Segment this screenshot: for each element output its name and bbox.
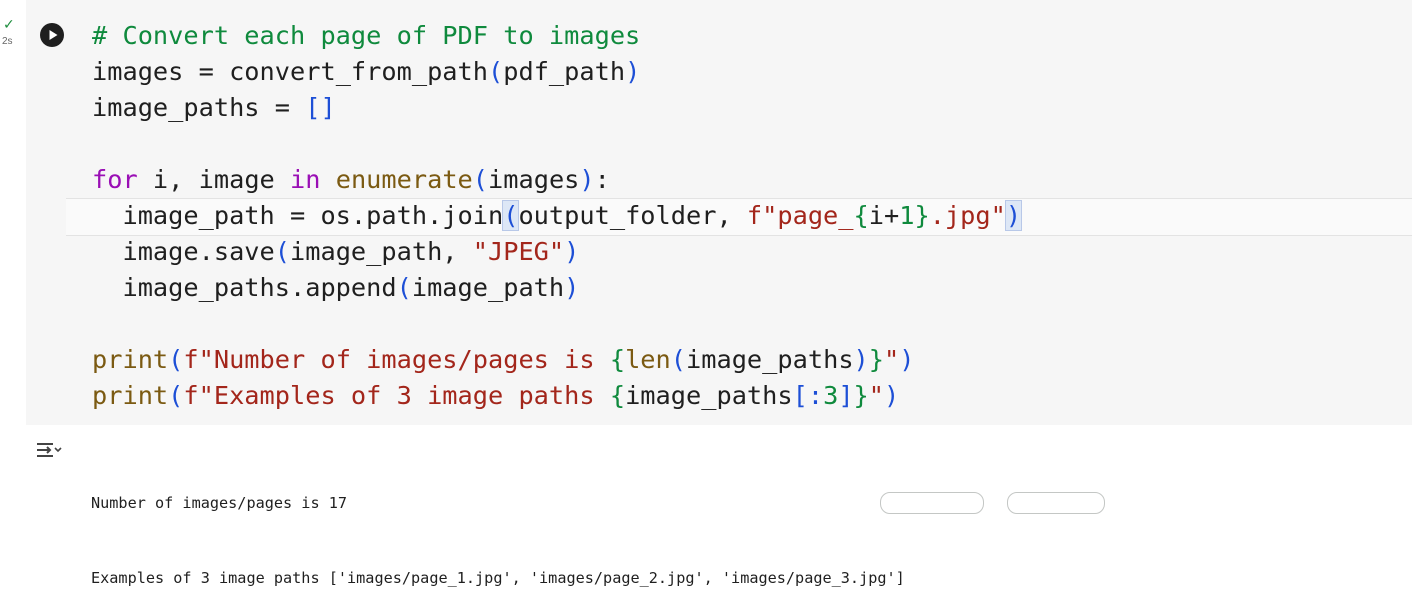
code-token: # Convert each page of PDF to images	[92, 21, 641, 50]
output-collapse-icon[interactable]	[35, 440, 63, 460]
code-line[interactable]: image.save(image_path, "JPEG")	[92, 234, 1021, 270]
code-token: "JPEG"	[472, 237, 565, 266]
code-token: pdf_path	[503, 57, 626, 86]
code-token: )	[564, 273, 580, 302]
code-token: "	[868, 381, 885, 410]
code-token: .jpg"	[929, 201, 1006, 230]
code-token: (	[472, 165, 489, 194]
code-token: f"Examples of 3 image paths	[183, 381, 610, 410]
code-token: []	[305, 93, 336, 122]
code-token: (	[396, 273, 412, 302]
code-token: images =	[92, 57, 230, 86]
code-token: print	[92, 381, 169, 410]
code-line[interactable]	[92, 126, 1021, 162]
code-token: (	[168, 345, 184, 374]
code-token: len	[625, 345, 671, 374]
code-token: images	[488, 165, 580, 194]
output-line: Number of images/pages is 17	[91, 494, 348, 512]
code-token: image_path = os.path.join	[92, 201, 504, 230]
code-token: :	[594, 165, 610, 194]
code-token: (	[502, 200, 520, 231]
code-token: }	[853, 381, 869, 410]
code-token: {	[609, 381, 626, 410]
code-line[interactable]: image_paths.append(image_path)	[92, 270, 1021, 306]
code-line[interactable]: print(f"Number of images/pages is {len(i…	[92, 342, 1021, 378]
code-token: 1	[899, 201, 915, 230]
output-line: Examples of 3 image paths ['images/page_…	[91, 569, 905, 587]
code-token: image_paths =	[92, 93, 306, 122]
code-token: )	[899, 345, 915, 374]
code-token: for	[92, 165, 138, 194]
code-token: {	[609, 345, 626, 374]
code-line[interactable]: print(f"Examples of 3 image paths {image…	[92, 378, 1021, 414]
code-token: image_path,	[290, 237, 473, 266]
code-token: "	[884, 345, 900, 374]
code-token: image.save	[92, 237, 275, 266]
code-token: (	[168, 381, 184, 410]
code-line[interactable]: image_path = os.path.join(output_folder,…	[92, 198, 1023, 234]
code-token: (	[274, 237, 290, 266]
code-editor[interactable]: # Convert each page of PDF to images imag…	[92, 18, 1023, 414]
check-icon: ✓	[3, 17, 15, 33]
code-token: image_path	[411, 273, 565, 302]
code-token: image_paths	[625, 381, 793, 410]
code-token: {	[853, 201, 869, 230]
code-token: f"page_	[746, 201, 854, 230]
code-token: i, image	[137, 165, 291, 194]
code-token: i+	[868, 201, 900, 230]
code-token: 3	[823, 381, 839, 410]
code-token: (	[670, 345, 687, 374]
code-token: [:	[792, 381, 824, 410]
code-token: convert_from_path	[229, 57, 488, 86]
code-token: output_folder,	[518, 201, 747, 230]
execution-time: 2s	[2, 36, 13, 47]
code-token: )	[579, 165, 595, 194]
code-token: )	[625, 57, 641, 86]
code-token: )	[1004, 200, 1023, 231]
code-token: print	[92, 345, 169, 374]
code-token: )	[884, 381, 900, 410]
suggestion-chip[interactable]	[1007, 492, 1105, 514]
play-circle-icon	[49, 30, 58, 40]
code-token: enumerate	[335, 165, 473, 194]
code-line[interactable]: images = convert_from_path(pdf_path)	[92, 54, 1021, 90]
code-line[interactable]	[92, 306, 1021, 342]
code-token: ]	[838, 381, 854, 410]
run-cell-button[interactable]	[40, 23, 64, 47]
cell-output: Number of images/pages is 17 Examples of…	[91, 441, 905, 616]
code-token: }	[914, 201, 930, 230]
cell-gutter: ✓ 2s	[0, 0, 28, 60]
code-token: )	[564, 237, 580, 266]
code-token: }	[868, 345, 885, 374]
code-token: (	[488, 57, 504, 86]
code-line[interactable]: # Convert each page of PDF to images	[92, 18, 1021, 54]
code-token: image_paths.append	[92, 273, 397, 302]
code-line[interactable]: for i, image in enumerate(images):	[92, 162, 1021, 198]
code-token: f"Number of images/pages is	[183, 345, 610, 374]
suggestion-chip[interactable]	[880, 492, 984, 514]
code-line[interactable]: image_paths = []	[92, 90, 1021, 126]
code-token: image_paths	[686, 345, 854, 374]
code-token: )	[853, 345, 869, 374]
code-token: in	[290, 165, 321, 194]
